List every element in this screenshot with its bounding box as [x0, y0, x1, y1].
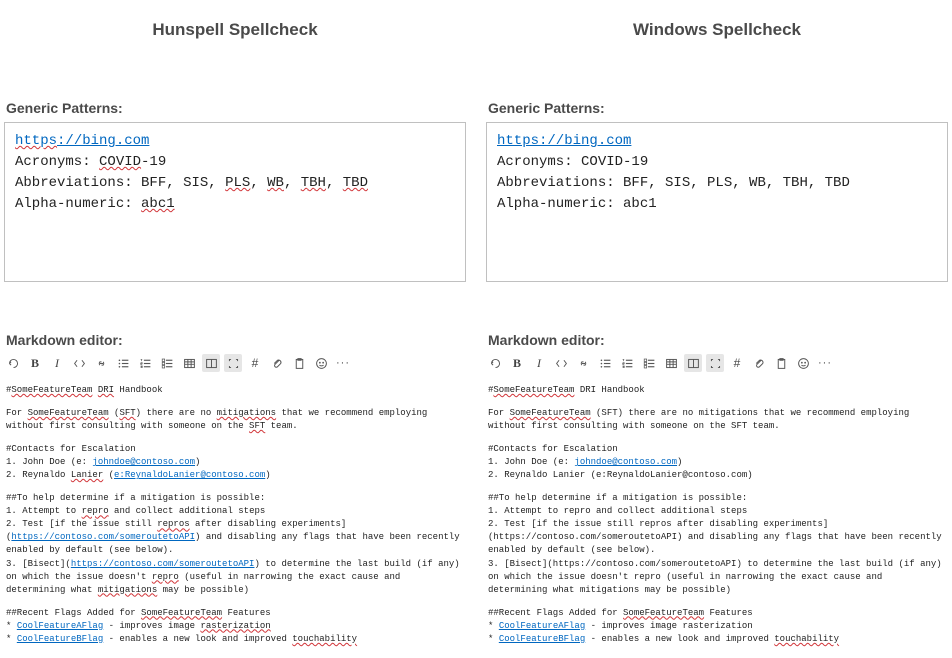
undo-icon[interactable]	[4, 354, 22, 372]
italic-icon[interactable]: I	[530, 354, 548, 372]
hunspell-column: Hunspell Spellcheck Generic Patterns: ht…	[4, 0, 466, 658]
view-mode-icon[interactable]	[684, 354, 702, 372]
number-list-icon[interactable]	[618, 354, 636, 372]
hash-icon[interactable]: #	[728, 354, 746, 372]
link-icon[interactable]	[574, 354, 592, 372]
code-icon[interactable]	[70, 354, 88, 372]
fullscreen-icon[interactable]	[224, 354, 242, 372]
abc1-text: abc1	[141, 196, 175, 212]
table-icon[interactable]	[180, 354, 198, 372]
markdown-textarea[interactable]: #SomeFeatureTeam DRI Handbook For SomeFe…	[486, 382, 948, 658]
number-list-icon[interactable]	[136, 354, 154, 372]
bullet-list-icon[interactable]	[114, 354, 132, 372]
generic-patterns-textarea[interactable]: https://bing.com Acronyms: COVID-19 Abbr…	[486, 122, 948, 282]
view-mode-icon[interactable]	[202, 354, 220, 372]
markdown-textarea[interactable]: #SomeFeatureTeam DRI Handbook For SomeFe…	[4, 382, 466, 658]
markdown-editor-label: Markdown editor:	[486, 332, 948, 348]
url-rest: ://bing.com	[57, 133, 149, 149]
windows-column: Windows Spellcheck Generic Patterns: htt…	[486, 0, 948, 658]
hash-icon[interactable]: #	[246, 354, 264, 372]
table-icon[interactable]	[662, 354, 680, 372]
generic-patterns-textarea[interactable]: https://bing.com Acronyms: COVID-19 Abbr…	[4, 122, 466, 282]
more-icon[interactable]: ···	[334, 354, 352, 372]
bold-icon[interactable]: B	[26, 354, 44, 372]
generic-patterns-label: Generic Patterns:	[4, 100, 466, 116]
code-icon[interactable]	[552, 354, 570, 372]
attachment-icon[interactable]	[750, 354, 768, 372]
bullet-list-icon[interactable]	[596, 354, 614, 372]
checklist-icon[interactable]	[158, 354, 176, 372]
markdown-editor-label: Markdown editor:	[4, 332, 466, 348]
link-icon[interactable]	[92, 354, 110, 372]
windows-title: Windows Spellcheck	[486, 20, 948, 40]
hunspell-title: Hunspell Spellcheck	[4, 20, 466, 40]
generic-patterns-label: Generic Patterns:	[486, 100, 948, 116]
url-text: https://bing.com	[497, 133, 631, 149]
fullscreen-icon[interactable]	[706, 354, 724, 372]
md-toolbar: B I # ···	[486, 354, 948, 372]
checklist-icon[interactable]	[640, 354, 658, 372]
undo-icon[interactable]	[486, 354, 504, 372]
bold-icon[interactable]: B	[508, 354, 526, 372]
covid-text: COVID	[99, 154, 141, 170]
emoji-icon[interactable]	[312, 354, 330, 372]
emoji-icon[interactable]	[794, 354, 812, 372]
attachment-icon[interactable]	[268, 354, 286, 372]
clipboard-icon[interactable]	[772, 354, 790, 372]
md-toolbar: B I # ···	[4, 354, 466, 372]
url-protocol: https	[15, 133, 57, 149]
clipboard-icon[interactable]	[290, 354, 308, 372]
more-icon[interactable]: ···	[816, 354, 834, 372]
italic-icon[interactable]: I	[48, 354, 66, 372]
